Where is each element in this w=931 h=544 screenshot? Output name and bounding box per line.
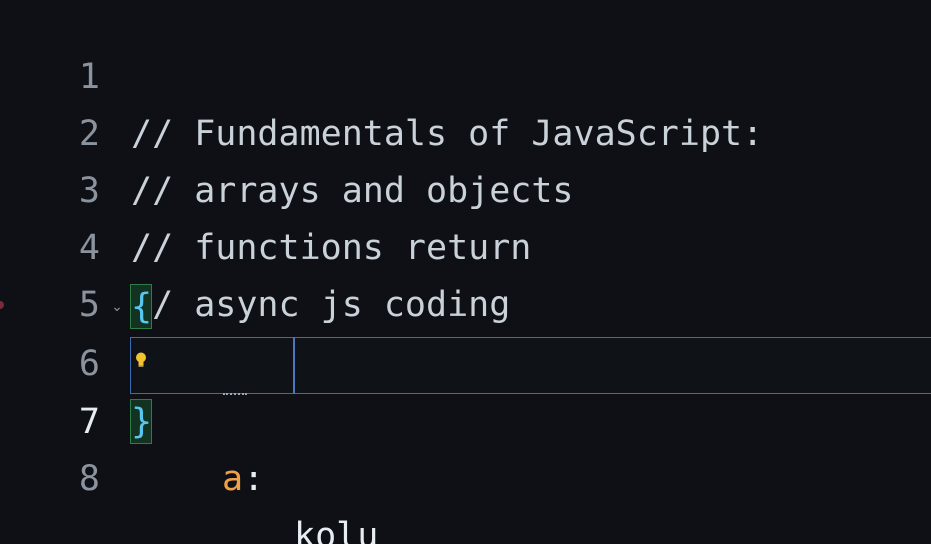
object-key[interactable]: a:: [222, 451, 264, 508]
code-line[interactable]: 5: [0, 220, 931, 325]
code-line[interactable]: 6 {: [0, 279, 931, 384]
close-brace[interactable]: }: [130, 399, 152, 444]
chevron-down-icon[interactable]: ⌄: [109, 297, 125, 317]
code-line[interactable]: 1 // Fundamentals of JavaScript:: [0, 0, 931, 154]
colon: :: [243, 459, 265, 499]
code-line[interactable]: 3 // functions return: [0, 106, 931, 268]
line-number: 8: [78, 459, 100, 499]
code-line[interactable]: 8 }: [0, 394, 931, 499]
open-brace[interactable]: {: [130, 284, 152, 329]
property-name: a: [222, 459, 244, 499]
code-line[interactable]: 4 // async js coding: [0, 163, 931, 325]
code-line[interactable]: 2 // arrays and objects: [0, 49, 931, 211]
lightbulb-icon[interactable]: [134, 338, 148, 367]
property-value[interactable]: kolu: [294, 508, 378, 544]
code-editor[interactable]: 1 // Fundamentals of JavaScript: 2 // ar…: [0, 0, 931, 544]
